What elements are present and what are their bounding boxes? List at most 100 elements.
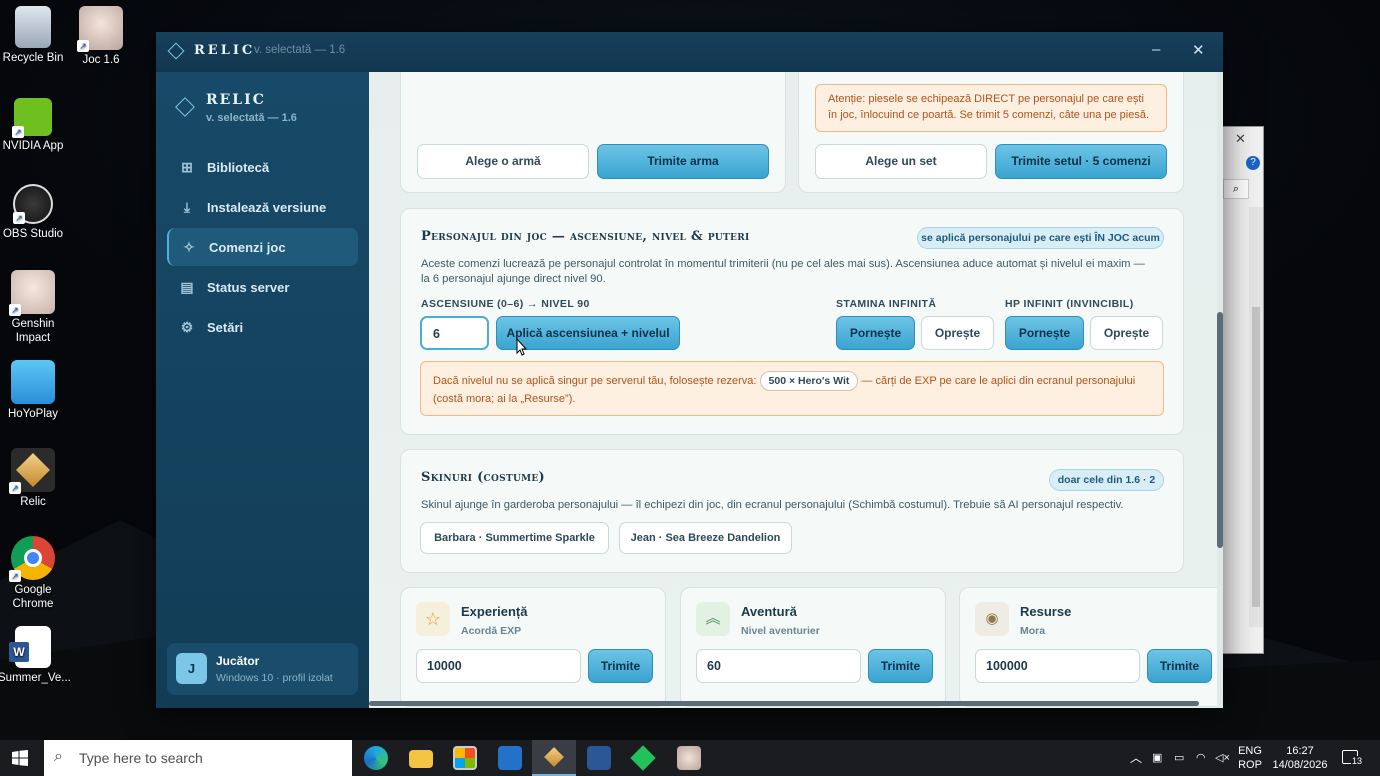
ascension-input[interactable]: 6 (420, 316, 489, 350)
close-button[interactable]: ✕ (1192, 41, 1205, 59)
vertical-scrollbar[interactable] (1217, 72, 1223, 708)
search-icon[interactable]: ⌕ (1223, 179, 1249, 199)
taskbar-search[interactable]: ⌕ Type here to search (44, 740, 352, 776)
search-icon: ⌕ (54, 748, 63, 765)
scrollbar[interactable] (1249, 207, 1263, 627)
tray-chevron-icon[interactable]: ︿ (1130, 751, 1142, 765)
notifications-icon[interactable]: 13 (1342, 750, 1364, 766)
stamina-label: STAMINA INFINITĂ (836, 298, 937, 310)
clock[interactable]: 16:27 14/08/2026 (1270, 744, 1330, 772)
hp-off-button[interactable]: Oprește (1090, 316, 1163, 350)
resources-input[interactable]: 100000 (975, 649, 1140, 683)
sidebar-item-setari[interactable]: ⚙ Setări (167, 308, 358, 346)
notification-count: 13 (1351, 756, 1364, 766)
skins-card-title: Skinuri (costume) (421, 470, 545, 485)
tray-volume-icon[interactable]: ◁× (1215, 751, 1230, 765)
genshin-launcher-icon[interactable] (630, 745, 656, 771)
weapon-card: Alege o armă Trimite arma (400, 72, 786, 193)
gear-icon: ⚙ (180, 319, 194, 335)
windows-logo-icon (12, 750, 28, 766)
sidebar-item-comenzi-joc[interactable]: ✧ Comenzi joc (167, 228, 358, 266)
background-window[interactable]: ✕ ? ⌕ (1222, 126, 1264, 654)
desktop-icon-hoyoplay[interactable]: HoYoPlay (0, 360, 68, 421)
taskbar-relic-active[interactable] (532, 740, 576, 776)
sidebar-item-instaleaza[interactable]: ⤓ Instalează versiune (167, 188, 358, 226)
help-icon[interactable]: ? (1246, 156, 1260, 170)
title-bar[interactable]: RELIC v. selectată — 1.6 – ✕ (156, 32, 1223, 72)
desktop-icon-nvidia[interactable]: ↗ NVIDIA App (0, 98, 68, 153)
hp-on-button[interactable]: Pornește (1005, 316, 1084, 350)
heros-wit-chip: 500 × Hero's Wit (759, 371, 859, 391)
start-button[interactable] (12, 750, 28, 766)
outlook-icon[interactable] (498, 746, 522, 770)
experience-card: ☆ Experiență Acordă EXP 10000 Trimite (400, 587, 666, 707)
download-icon: ⤓ (183, 199, 191, 215)
tray-meet-icon[interactable]: ▣ (1152, 751, 1162, 765)
horizontal-scrollbar[interactable] (369, 701, 1199, 706)
recycle-bin-icon (15, 6, 51, 48)
sidebar-app-name: RELIC (206, 92, 266, 108)
search-placeholder: Type here to search (79, 750, 203, 766)
coin-icon: ◉ (975, 602, 1009, 636)
send-weapon-button[interactable]: Trimite arma (597, 144, 769, 179)
skin-jean-button[interactable]: Jean · Sea Breeze Dandelion (619, 522, 792, 554)
language-indicator[interactable]: ENG ROP (1236, 744, 1264, 772)
choose-set-button[interactable]: Alege un set (815, 144, 987, 179)
game-icon[interactable] (677, 746, 701, 770)
sidebar-item-biblioteca[interactable]: ⊞ Bibliotecă (167, 148, 358, 186)
user-profile[interactable]: J Jucător Windows 10 · profil izolat (167, 643, 358, 695)
experience-send-button[interactable]: Trimite (588, 649, 653, 683)
level-fallback-note: Dacă nivelul nu se aplică singur pe serv… (420, 361, 1164, 416)
adventure-send-button[interactable]: Trimite (868, 649, 933, 683)
relic-icon: ↗ (9, 448, 55, 494)
scrollbar-thumb[interactable] (1217, 312, 1223, 548)
experience-input[interactable]: 10000 (416, 649, 581, 683)
artifact-set-card: Atenție: piesele se echipează DIRECT pe … (798, 72, 1184, 193)
file-explorer-icon[interactable] (409, 750, 433, 768)
taskbar: ⌕ Type here to search ︿ ▣ ▭ ◠ ◁× ENG ROP… (0, 740, 1380, 776)
word-icon[interactable] (587, 746, 611, 770)
desktop-icon-chrome[interactable]: ↗ Google Chrome (0, 536, 68, 611)
wand-icon: ✧ (183, 239, 195, 255)
artifact-warning: Atenție: piesele se echipează DIRECT pe … (815, 84, 1167, 132)
stamina-off-button[interactable]: Oprește (921, 316, 994, 350)
character-description: Aceste comenzi lucrează pe personajul co… (421, 258, 1145, 285)
tray-battery-icon[interactable]: ▭ (1174, 751, 1184, 765)
chrome-icon: ↗ (9, 536, 55, 582)
choose-weapon-button[interactable]: Alege o armă (417, 144, 589, 179)
adventure-card: ︽ Aventură Nivel aventurier 60 Trimite (680, 587, 946, 707)
game-shortcut-icon: ↗ (77, 6, 123, 52)
desktop-icon-obs[interactable]: ↗ OBS Studio (0, 184, 68, 241)
desktop-icon-genshin[interactable]: ↗ Genshin Impact (0, 270, 68, 345)
nvidia-icon: ↗ (12, 98, 52, 138)
minimize-button[interactable]: – (1152, 41, 1160, 58)
edge-icon[interactable] (364, 746, 388, 770)
grid-icon: ⊞ (181, 159, 193, 175)
skin-barbara-button[interactable]: Barbara · Summertime Sparkle (420, 522, 609, 554)
relic-window: RELIC v. selectată — 1.6 – ✕ RELIC v. se… (156, 32, 1223, 708)
avatar: J (176, 653, 207, 684)
adventure-input[interactable]: 60 (696, 649, 861, 683)
experience-subtitle: Acordă EXP (461, 625, 522, 637)
send-set-button[interactable]: Trimite setul · 5 comenzi (995, 144, 1167, 179)
desktop-icon-recycle-bin[interactable]: Recycle Bin (0, 6, 68, 65)
close-icon[interactable]: ✕ (1235, 131, 1246, 147)
desktop-icon-joc[interactable]: ↗ Joc 1.6 (66, 6, 136, 67)
store-icon[interactable] (453, 746, 477, 770)
tray-network-icon[interactable]: ◠ (1196, 751, 1206, 765)
stamina-on-button[interactable]: Pornește (836, 316, 915, 350)
window-version: v. selectată — 1.6 (254, 44, 346, 56)
in-game-badge: se aplică personajului pe care ești ÎN J… (917, 227, 1164, 249)
resources-send-button[interactable]: Trimite (1147, 649, 1212, 683)
adventure-subtitle: Nivel aventurier (741, 625, 820, 637)
desktop-icon-word-doc[interactable]: W Summer_Ve... (0, 626, 71, 685)
user-name: Jucător (216, 654, 260, 668)
hp-label: HP INFINIT (INVINCIBIL) (1005, 298, 1134, 310)
main-content: Alege o armă Trimite arma Atenție: piese… (369, 72, 1223, 708)
genshin-icon: ↗ (9, 270, 55, 316)
skins-card: Skinuri (costume) doar cele din 1.6 · 2 … (400, 449, 1184, 573)
sidebar-item-status-server[interactable]: ▤ Status server (167, 268, 358, 306)
hoyoplay-icon (11, 360, 55, 404)
resources-subtitle: Mora (1020, 625, 1046, 637)
desktop-icon-relic[interactable]: ↗ Relic (0, 448, 68, 509)
